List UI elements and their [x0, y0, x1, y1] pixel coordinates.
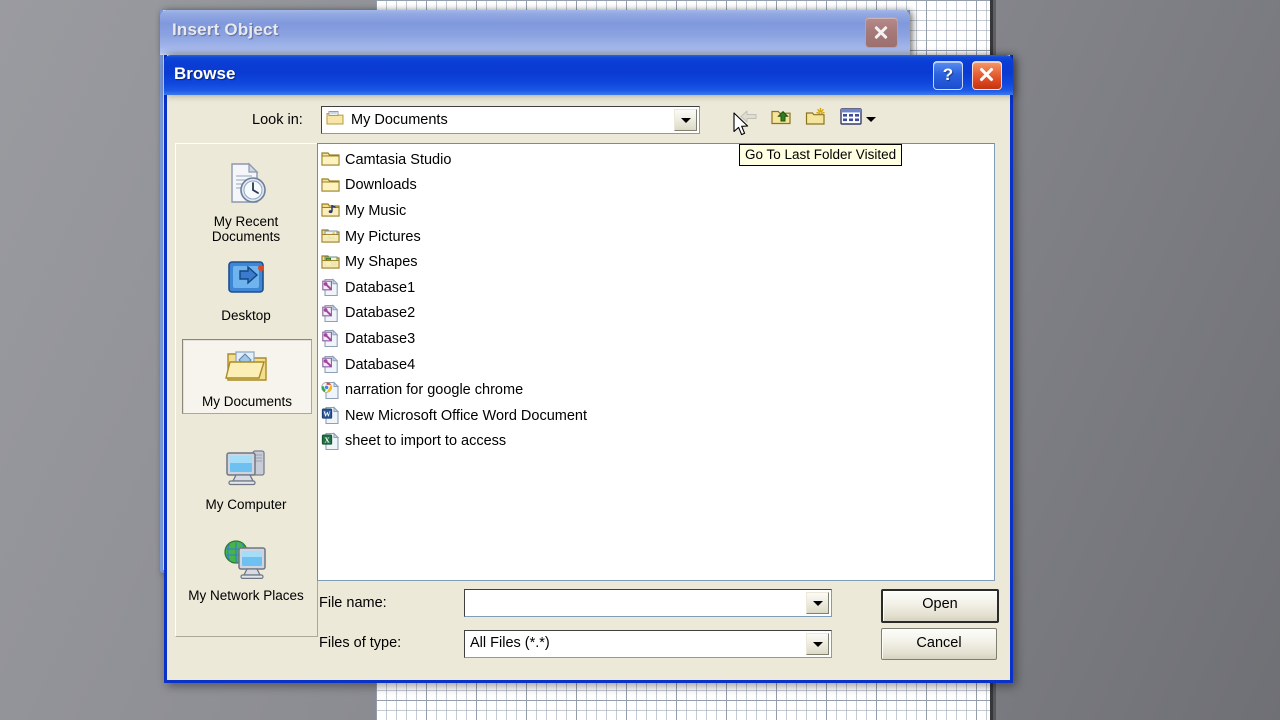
files-of-type-label: Files of type: [319, 635, 402, 651]
chevron-down-icon[interactable] [866, 116, 876, 122]
file-name: My Pictures [345, 228, 421, 245]
files-of-type-value: All Files (*.*) [470, 635, 550, 651]
browse-dialog-title: Browse [174, 64, 236, 83]
file-name: Database1 [345, 279, 416, 296]
back-button[interactable] [735, 105, 763, 133]
file-name: sheet to import to access [345, 433, 507, 450]
word-document-icon: W [321, 406, 340, 425]
music-folder-icon [321, 201, 340, 220]
access-database-icon [321, 329, 340, 348]
up-one-level-button[interactable] [767, 105, 795, 133]
browse-titlebar[interactable]: Browse ? [164, 55, 1013, 95]
file-name: Database3 [345, 330, 416, 347]
file-name: New Microsoft Office Word Document [345, 407, 588, 424]
close-icon[interactable] [865, 17, 898, 48]
insert-object-title: Insert Object [172, 20, 279, 39]
new-folder-icon [805, 107, 827, 132]
sidebar-item-label: My Computer [205, 497, 287, 512]
sidebar-item-label: Desktop [221, 308, 271, 323]
sidebar-item-label: My Network Places [188, 588, 304, 603]
help-icon[interactable]: ? [933, 61, 963, 90]
list-item[interactable]: narration for google chrome [318, 377, 994, 403]
file-name: My Music [345, 202, 407, 219]
folder-icon [321, 176, 340, 195]
chrome-document-icon [321, 380, 340, 400]
chevron-down-icon[interactable] [674, 109, 697, 131]
svg-text:X: X [324, 435, 330, 444]
my-computer-icon [222, 450, 270, 493]
chevron-down-icon[interactable] [806, 592, 829, 614]
excel-document-icon: X [321, 432, 340, 451]
pictures-folder-icon [321, 227, 340, 246]
cancel-button[interactable]: Cancel [881, 628, 997, 660]
file-name-input[interactable] [464, 589, 832, 617]
file-name: Downloads [345, 177, 417, 194]
sidebar-item-my-network-places[interactable]: My Network Places [182, 532, 310, 607]
sidebar-item-my-computer[interactable]: My Computer [182, 441, 310, 516]
views-button[interactable] [837, 105, 879, 133]
folder-icon [326, 110, 344, 131]
access-database-icon [321, 355, 340, 374]
list-item[interactable]: X sheet to import to access [318, 429, 994, 455]
lookin-combobox[interactable]: My Documents [321, 106, 700, 134]
file-list[interactable]: Camtasia Studio Downloads My Music My Pi… [317, 143, 995, 581]
sidebar-item-desktop[interactable]: Desktop [182, 252, 310, 327]
close-icon[interactable] [972, 61, 1002, 90]
tooltip: Go To Last Folder Visited [739, 144, 903, 166]
folder-up-icon [770, 107, 792, 132]
access-database-icon [321, 278, 340, 297]
lookin-row: Look in: My Documents [167, 105, 1010, 141]
svg-text:W: W [323, 410, 331, 419]
chevron-down-icon[interactable] [806, 633, 829, 655]
file-name: narration for google chrome [345, 382, 524, 399]
list-item[interactable]: Database3 [318, 326, 994, 352]
list-item[interactable]: Database2 [318, 301, 994, 327]
open-button[interactable]: Open [881, 589, 999, 623]
sidebar-item-label: My Recent Documents [211, 214, 281, 244]
lookin-label: Look in: [252, 112, 303, 128]
file-name: My Shapes [345, 254, 418, 271]
places-bar: My Recent Documents Desktop My Documents… [175, 143, 318, 637]
shapes-folder-icon [321, 253, 340, 272]
file-name: Database2 [345, 305, 416, 322]
file-name: Camtasia Studio [345, 151, 452, 168]
lookin-value: My Documents [351, 112, 448, 128]
views-list-icon [840, 107, 862, 131]
recent-documents-icon [223, 162, 269, 210]
my-documents-icon [224, 351, 270, 390]
insert-object-titlebar[interactable]: Insert Object [160, 10, 910, 55]
desktop-icon [224, 261, 268, 304]
sidebar-item-label: My Documents [201, 394, 293, 409]
files-of-type-select[interactable]: All Files (*.*) [464, 630, 832, 658]
list-item[interactable]: My Pictures [318, 224, 994, 250]
list-item[interactable]: Downloads [318, 173, 994, 199]
list-item[interactable]: Database1 [318, 275, 994, 301]
sidebar-item-my-recent-documents[interactable]: My Recent Documents [182, 156, 310, 248]
folder-icon [321, 150, 340, 169]
list-item[interactable]: My Music [318, 198, 994, 224]
list-item[interactable]: Database4 [318, 352, 994, 378]
list-item[interactable]: W New Microsoft Office Word Document [318, 403, 994, 429]
sidebar-item-my-documents[interactable]: My Documents [182, 339, 312, 414]
network-places-icon [222, 540, 270, 584]
back-arrow-icon [738, 108, 760, 131]
file-name-label: File name: [319, 595, 387, 611]
access-database-icon [321, 304, 340, 323]
list-item[interactable]: My Shapes [318, 249, 994, 275]
file-name: Database4 [345, 356, 416, 373]
browse-dialog: Look in: My Documents Go To Last Folder … [164, 55, 1013, 683]
new-folder-button[interactable] [802, 105, 830, 133]
